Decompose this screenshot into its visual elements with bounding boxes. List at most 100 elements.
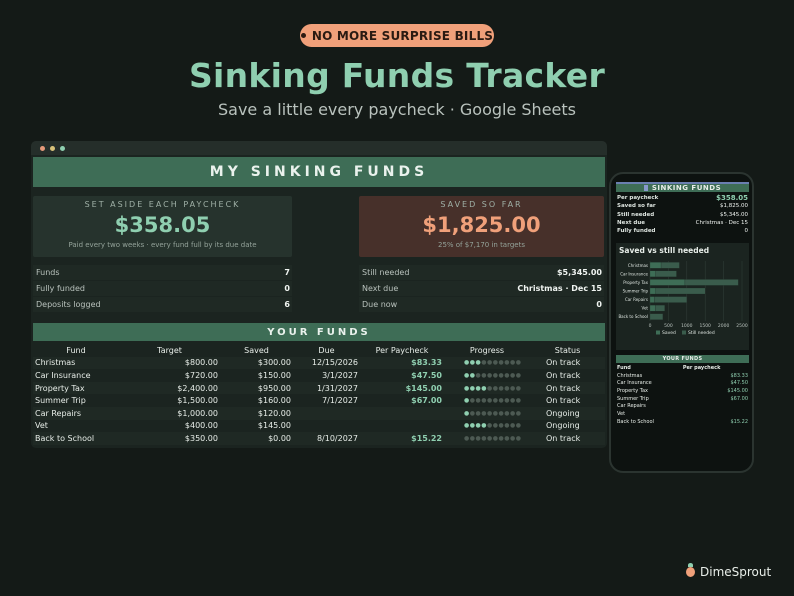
kpi-saved-so-far: SAVED SO FAR $1,825.00 25% of $7,170 in … [359, 196, 604, 257]
bar-saved [649, 287, 656, 295]
stat-row: Deposits logged 6 [33, 297, 292, 312]
cell-status: On track [546, 383, 581, 393]
x-tick-label: 1000 [681, 323, 693, 329]
phone-stat-row: Per paycheck $358.05 [616, 194, 749, 202]
stat-value: 7 [284, 268, 290, 277]
table-row[interactable]: Vet $400.00 $145.00 ●●●●●●●●●● Ongoing [33, 420, 605, 433]
progress-dots: ●●●●●●●●●● [464, 409, 522, 417]
brand-name: DimeSprout [700, 565, 772, 579]
category-label: Back to School [618, 314, 648, 319]
kpi-per-paycheck: SET ASIDE EACH PAYCHECK $358.05 Paid eve… [33, 196, 292, 257]
cell-due: 3/1/2027 [322, 370, 358, 380]
bar-needed [660, 262, 680, 269]
bar-saved [649, 296, 655, 303]
column-header: Fund [617, 364, 631, 371]
stat-label: Still needed [617, 211, 655, 218]
sprout-icon [686, 563, 695, 577]
saved-vs-needed-chart: 0 500 1000 1500 2000 2500 Christmas Car Insuran… [618, 261, 748, 336]
kpi-label: SET ASIDE EACH PAYCHECK [84, 200, 241, 209]
column-header[interactable]: Saved [220, 346, 293, 355]
stat-label: Still needed [362, 268, 410, 277]
cell-saved: $120.00 [257, 408, 291, 418]
phone-table-row[interactable]: Christmas $83.33 [616, 372, 749, 380]
my-funds-header: MY SINKING FUNDS [33, 157, 605, 187]
table-row[interactable]: Christmas $800.00 $300.00 12/15/2026 $83.33 ●… [33, 356, 605, 370]
phone-table-row[interactable]: Summer Trip $67.00 [616, 395, 749, 403]
cell-saved: $950.00 [257, 383, 291, 393]
window-minimize-icon[interactable] [50, 146, 55, 151]
category-label: Summer Trip [623, 289, 649, 294]
cell-target: $400.00 [184, 421, 218, 431]
bar-needed [654, 296, 687, 303]
cell-fund: Car Insurance [35, 370, 91, 380]
stat-label: Next due [617, 220, 646, 227]
window-title-bar [31, 141, 607, 155]
table-row[interactable]: Property Tax $2,400.00 $950.00 1/31/2027 $14… [33, 381, 605, 395]
kpi-note: 25% of $7,170 in targets [437, 241, 525, 249]
phone-chart: Saved vs still needed 0 500 1000 1500 2000 25… [616, 243, 749, 350]
progress-dots: ●●●●●●●●●● [464, 384, 522, 392]
column-header[interactable]: Due [293, 346, 360, 355]
phone-stat-row: Saved so far $1,825.00 [616, 202, 749, 210]
category-label: Car Insurance [620, 271, 648, 276]
x-tick-label: 1500 [699, 323, 711, 329]
column-header[interactable]: Target [119, 346, 220, 355]
column-header[interactable]: Fund [33, 346, 119, 355]
stat-label: Fully funded [617, 228, 656, 235]
stat-label: Deposits logged [36, 300, 101, 309]
phone-table-row[interactable]: Property Tax $145.00 [616, 387, 749, 395]
window-close-icon[interactable] [40, 146, 45, 151]
stat-row: Fully funded 0 [33, 281, 292, 296]
cell-status: Ongoing [546, 421, 580, 431]
x-tick-label: 2500 [736, 323, 748, 329]
cell-saved: $145.00 [257, 421, 291, 431]
phone-stats: Per paycheck $358.05 Saved so far $1,825.00… [616, 194, 749, 235]
table-row[interactable]: Summer Trip $1,500.00 $160.00 7/1/2027 $67.0… [33, 394, 605, 407]
cell-saved: $0.00 [268, 433, 291, 443]
phone-table-row[interactable]: Back to School $15.22 [616, 418, 749, 426]
sheet-icon [643, 185, 648, 191]
phone-table-row[interactable]: Vet [616, 410, 749, 418]
table-row[interactable]: Car Insurance $720.00 $150.00 3/1/2027 $47.5… [33, 369, 605, 382]
bar-saved [649, 270, 656, 277]
tagline-badge: NO MORE SURPRISE BILLS [300, 24, 494, 47]
bar-needed [655, 270, 677, 277]
brand-logo: DimeSprout [686, 563, 772, 579]
bar-needed [649, 313, 663, 320]
cell-per-paycheck: $15.22 [730, 418, 749, 425]
phone-stat-row: Still needed $5,345.00 [616, 211, 749, 219]
bar-needed [655, 287, 706, 295]
phone-stat-row: Fully funded 0 [616, 227, 749, 235]
cell-fund: Summer Trip [617, 395, 649, 402]
bar-needed [655, 305, 665, 312]
stat-value: 0 [596, 300, 602, 309]
stat-row: Due now 0 [359, 297, 604, 312]
cell-pp: $83.33 [411, 358, 442, 368]
legend-swatch [682, 330, 686, 335]
column-header[interactable]: Status [530, 346, 605, 355]
cell-due: 8/10/2027 [316, 433, 358, 443]
stat-label: Per paycheck [617, 195, 659, 202]
bar-saved [649, 262, 662, 269]
table-header-row: Fund Target Saved Due Per Paycheck Progress St… [33, 344, 605, 357]
phone-table-row[interactable]: Car Repairs [616, 402, 749, 410]
table-row[interactable]: Car Repairs $1,000.00 $120.00 ●●●●●●●●●● Ong… [33, 406, 605, 420]
cell-due: 7/1/2027 [322, 396, 358, 406]
stat-label: Fully funded [36, 284, 85, 293]
stat-value: $1,825.00 [720, 203, 748, 210]
cell-per-paycheck: $67.00 [730, 395, 749, 402]
cell-fund: Property Tax [617, 387, 648, 394]
table-row[interactable]: Back to School $350.00 $0.00 8/10/2027 $15.2… [33, 432, 605, 445]
window-maximize-icon[interactable] [60, 146, 65, 151]
x-tick-label: 0 [649, 323, 652, 329]
phone-funds-table: Fund Per paycheck Christmas $83.33 Car Insur… [616, 364, 749, 426]
column-header[interactable]: Progress [444, 346, 530, 355]
column-header: Per paycheck [682, 364, 721, 371]
cell-target: $1,000.00 [177, 408, 218, 418]
cell-pp: $15.22 [411, 433, 442, 443]
column-header[interactable]: Per Paycheck [360, 346, 444, 355]
cell-fund: Back to School [617, 418, 654, 425]
cell-per-paycheck: $83.33 [730, 372, 749, 379]
bar-saved [649, 305, 656, 312]
phone-table-row[interactable]: Car Insurance $47.50 [616, 379, 749, 387]
